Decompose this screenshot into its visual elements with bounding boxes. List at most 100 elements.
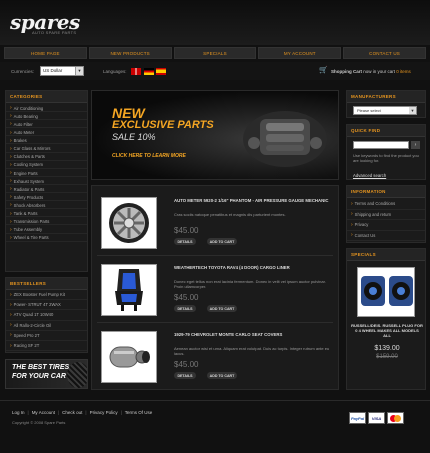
tires-promo-banner[interactable]: THE BEST TIRES FOR YOUR CAR [5,359,88,389]
bestsellers-panel: BESTSELLERS ZEX Booster Fuel Pump KitPow… [5,277,88,353]
bestsellers-list: ZEX Booster Fuel Pump KitPower- STRUT 4T… [6,290,87,352]
information-item[interactable]: Contact Us [347,231,425,241]
search-input[interactable] [353,141,409,149]
category-item[interactable]: Auto Bearing [6,112,87,121]
bestseller-item[interactable]: All Rallo-2-Circle Oil [6,321,87,331]
category-item[interactable]: Shock Absorbers [6,201,87,210]
information-item[interactable]: Shipping and return [347,210,425,220]
category-item[interactable]: Radiator & Parts [6,185,87,194]
footer-sep: | [57,410,60,415]
category-item[interactable]: Car Glass & Mirrors [6,144,87,153]
category-item[interactable]: Auto Filter [6,120,87,129]
category-item[interactable]: Tube Assembly [6,225,87,234]
speaker-icon [361,276,413,306]
details-button[interactable]: DETAILS [174,372,196,379]
copyright: Copyright © 2008 Spare Parts [12,420,66,425]
nav-my-account[interactable]: MY ACCOUNT [258,47,342,59]
manufacturer-select[interactable]: Please select ▼ [353,106,417,115]
categories-panel: CATEGORIES Air ConditioningAuto BearingA… [5,90,88,272]
bestseller-item[interactable]: ZEX Booster Fuel Pump Kit [6,290,87,301]
advanced-search-link[interactable]: Advanced search [353,173,386,178]
search-go-button[interactable]: › [411,141,420,149]
bestseller-item[interactable]: Racing SF 2T [6,341,87,352]
flag-german-icon[interactable] [144,68,154,75]
engine-image [243,111,327,167]
flag-english-icon[interactable] [131,68,141,75]
product-description: Cras sociis natoque penatibus et magnis … [174,212,286,217]
products-list: AUTO METER 5920-2 1/16" PHANTOM - AIR PR… [91,185,339,390]
promo-banner[interactable]: NEW EXCLUSIVE PARTS SALE 10% CLICK HERE … [91,90,339,180]
product-description: Donec eget tellus non erat lacinia ferme… [174,279,326,289]
footer-sep: | [85,410,87,415]
cart-icon[interactable]: 🛒 [319,67,328,75]
currency-label: Currencies: [11,69,35,74]
category-item[interactable]: Transmission Parts [6,217,87,226]
category-item[interactable]: Engine Parts [6,169,87,177]
product-title[interactable]: 1929-79 CHEVROLET MONTE CARLO SEAT COVER… [174,332,334,337]
details-button[interactable]: DETAILS [174,305,196,312]
logo-tagline: AUTO SPARE PARTS [32,30,77,35]
chevron-down-icon: ▼ [409,107,416,114]
special-product-name[interactable]: RUSSELL/DEIS. RUSSELL PLUG FOR 0 4 WHEEL… [351,323,423,339]
category-item[interactable]: Wheel & Tire Parts [6,234,87,242]
product-title[interactable]: WEATHERTECH TOYOTA RAV4 (4 DOOR) CARGO L… [174,265,334,270]
divider [97,322,333,323]
cart-count[interactable]: 0 items [396,69,411,74]
nav-new-products[interactable]: NEW PRODUCTS [88,47,172,59]
product-image[interactable] [101,264,157,316]
category-item[interactable]: Brakes [6,136,87,145]
category-item[interactable]: Tank & Parts [6,209,87,218]
cart-suffix: now in your cart [363,69,396,74]
footer-link-my-account[interactable]: My Account [32,410,55,415]
footer-sep: | [27,410,29,415]
special-product-image[interactable] [357,267,415,317]
currency-select[interactable]: US Dollar ▼ [40,66,84,76]
banner-subheadline: EXCLUSIVE PARTS [112,119,214,131]
add-to-cart-button[interactable]: ADD TO CART [207,305,237,312]
banner-cta-link[interactable]: CLICK HERE TO LEARN MORE [112,153,186,159]
category-item[interactable]: Safety Products [6,193,87,202]
tires-line1: THE BEST TIRES [12,364,70,371]
nav-specials[interactable]: SPECIALS [173,47,257,59]
add-to-cart-button[interactable]: ADD TO CART [207,238,237,245]
bestseller-item[interactable]: ATV Quad 1T 10W40 [6,310,87,321]
product-description: Aenean auctor wisi et urna. Aliquam erat… [174,346,330,356]
specials-title: SPECIALS [347,249,425,261]
category-item[interactable]: Auto Meter [6,128,87,137]
information-item[interactable]: Privacy [347,220,425,231]
wheel-rim-icon [109,203,149,243]
category-item[interactable]: Cooling System [6,161,87,169]
information-item[interactable]: Terms and Conditions [347,199,425,210]
nav-home[interactable]: HOME PAGE [4,47,87,59]
cart-summary[interactable]: Shopping Cart now in your cart 0 items [331,69,411,74]
category-item[interactable]: Clutches & Parts [6,153,87,161]
footer-links: Log In | My Account | Check out | Privacy P… [12,410,152,415]
categories-title: CATEGORIES [6,91,87,103]
footer-link-login[interactable]: Log In [12,410,25,415]
add-to-cart-button[interactable]: ADD TO CART [207,372,237,379]
product-image[interactable] [101,197,157,249]
flag-spanish-icon[interactable] [156,68,166,75]
footer-link-privacy[interactable]: Privacy Policy [90,410,118,415]
nav-contact-us[interactable]: CONTACT US [343,47,426,59]
exhaust-muffler-icon [109,346,150,368]
special-price: $139.00 [374,345,400,352]
category-item[interactable]: Exhaust System [6,177,87,185]
bestseller-item[interactable]: Power- STRUT 4T 2WAX [6,300,87,311]
bestseller-item[interactable]: Speed Pro 2T [6,331,87,341]
banner-headline: NEW [112,105,145,121]
product-price: $45.00 [174,360,199,369]
footer-link-terms[interactable]: Terms Of Use [125,410,153,415]
product-title[interactable]: AUTO METER 5920-2 1/16" PHANTOM - AIR PR… [174,198,334,203]
divider [97,255,333,256]
product-image[interactable] [101,331,157,383]
tire-icon [67,362,87,388]
quick-find-help: Use keywords to find the product you are… [353,153,419,164]
category-item[interactable]: Air Conditioning [6,104,87,113]
details-button[interactable]: DETAILS [174,238,196,245]
footer-divider [0,400,430,401]
footer-link-checkout[interactable]: Check out [62,410,82,415]
main-nav: HOME PAGE NEW PRODUCTS SPECIALS MY ACCOU… [4,47,426,59]
information-panel: INFORMATION Terms and ConditionsShipping… [346,185,426,243]
mastercard-icon [387,412,404,424]
